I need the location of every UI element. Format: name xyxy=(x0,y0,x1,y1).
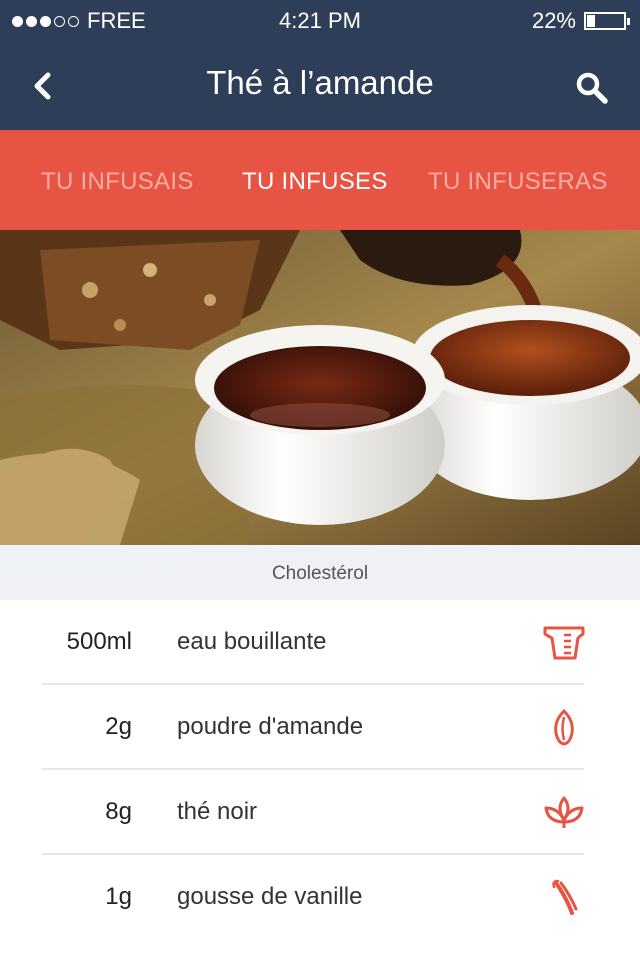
battery-nub xyxy=(627,18,630,25)
photo-caption: Cholestérol xyxy=(0,545,640,600)
battery-fill xyxy=(587,15,595,27)
tea-leaf-icon xyxy=(544,796,584,828)
ingredient-row: 8g thé noir xyxy=(0,770,640,855)
ingredient-row: 500ml eau bouillante xyxy=(0,600,640,685)
tea-photo xyxy=(0,230,640,545)
battery-percent: 22% xyxy=(531,8,576,33)
ingredient-name: thé noir xyxy=(177,798,258,825)
almond-icon xyxy=(554,708,574,746)
battery-icon xyxy=(584,12,630,30)
ingredient-name: poudre d'amande xyxy=(177,713,364,740)
ingredient-row: 1g gousse de vanille xyxy=(0,855,640,940)
ingredient-quantity: 8g xyxy=(105,798,132,825)
ingredient-row: 2g poudre d'amande xyxy=(0,685,640,770)
navigation-bar: Thé à l’amande xyxy=(0,40,640,130)
ingredient-quantity: 2g xyxy=(105,713,132,740)
ingredient-quantity: 1g xyxy=(105,883,132,910)
status-bar: FREE 4:21 PM 22% xyxy=(0,0,640,40)
search-icon[interactable] xyxy=(574,70,610,106)
tab-infuseras[interactable]: TU INFUSERAS xyxy=(428,168,608,196)
ingredient-name: eau bouillante xyxy=(177,628,327,655)
page-title: Thé à l’amande xyxy=(206,64,434,101)
measuring-cup-icon xyxy=(543,626,585,660)
ingredient-list: 500ml eau bouillante 2g poudre d'amande … xyxy=(0,600,640,940)
battery-group: 22% xyxy=(531,8,630,34)
tab-infusais[interactable]: TU INFUSAIS xyxy=(41,168,194,196)
tab-infuses[interactable]: TU INFUSES xyxy=(242,168,388,196)
vanilla-pod-icon xyxy=(552,879,578,915)
tab-bar: TU INFUSAIS TU INFUSES TU INFUSERAS xyxy=(0,130,640,230)
ingredient-quantity: 500ml xyxy=(66,628,132,655)
ingredient-name: gousse de vanille xyxy=(177,883,363,910)
